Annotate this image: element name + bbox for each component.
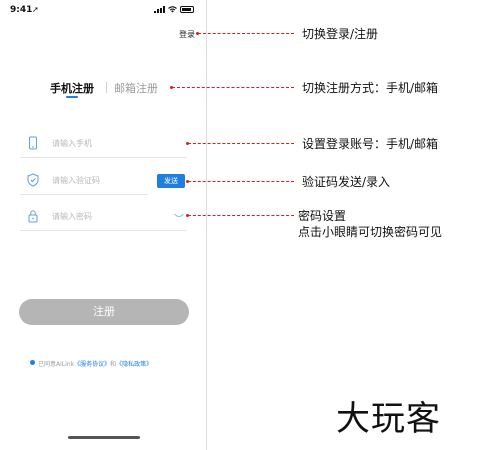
signal-icon <box>154 6 165 13</box>
annotation-line-4 <box>188 181 294 182</box>
home-indicator <box>68 436 140 439</box>
login-switch-link[interactable]: 登录 <box>179 29 195 40</box>
wifi-icon <box>168 6 177 13</box>
tab-phone-register[interactable]: 手机注册 <box>50 80 94 96</box>
annotation-verify-code: 验证码发送/录入 <box>302 175 391 189</box>
agreement-text: 已同意AiLink《服务协议》和《隐私政策》 <box>38 359 152 368</box>
annotation-eye-toggle: 点击小眼睛可切换密码可见 <box>298 225 443 239</box>
status-icons <box>154 6 194 13</box>
code-input[interactable]: 请输入验证码 <box>52 175 100 186</box>
eye-closed-icon[interactable] <box>174 213 184 219</box>
tab-email-register[interactable]: 邮箱注册 <box>114 80 158 96</box>
privacy-policy-link[interactable]: 《隐私政策》 <box>116 361 152 368</box>
phone-input[interactable]: 请输入手机 <box>52 138 92 149</box>
shield-icon <box>27 173 39 187</box>
brand-logo: 大玩客 <box>336 399 441 439</box>
phone-screen: 9:41 ➚ 登录 手机注册 邮箱注册 请输入手机 请输入验证码 发送 请输入密… <box>0 0 207 450</box>
tab-divider <box>106 82 107 93</box>
send-code-button[interactable]: 发送 <box>157 174 185 188</box>
status-time: 9:41 <box>10 5 33 15</box>
annotation-password: 密码设置 <box>298 209 347 223</box>
lock-icon <box>28 210 38 223</box>
annotation-register-mode: 切换注册方式：手机/邮箱 <box>302 81 439 95</box>
phone-icon <box>29 136 37 150</box>
code-field[interactable]: 请输入验证码 <box>20 168 148 195</box>
annotation-line-1 <box>198 33 294 34</box>
annotation-line-3 <box>188 143 294 144</box>
active-tab-indicator <box>66 96 78 98</box>
annotation-line-5 <box>188 215 294 216</box>
password-field[interactable]: 请输入密码 <box>20 204 186 231</box>
service-agreement-link[interactable]: 《服务协议》 <box>74 361 110 368</box>
register-button[interactable]: 注册 <box>19 299 189 325</box>
phone-field[interactable]: 请输入手机 <box>20 131 186 158</box>
location-arrow-icon: ➚ <box>32 5 39 14</box>
agree-prefix: 已同意AiLink <box>38 361 75 368</box>
annotation-switch-login: 切换登录/注册 <box>302 27 379 41</box>
password-input[interactable]: 请输入密码 <box>52 211 92 222</box>
annotation-account: 设置登录账号：手机/邮箱 <box>302 137 439 151</box>
annotation-line-2 <box>172 87 294 88</box>
agree-checkbox[interactable] <box>30 360 35 365</box>
battery-icon <box>180 6 194 13</box>
